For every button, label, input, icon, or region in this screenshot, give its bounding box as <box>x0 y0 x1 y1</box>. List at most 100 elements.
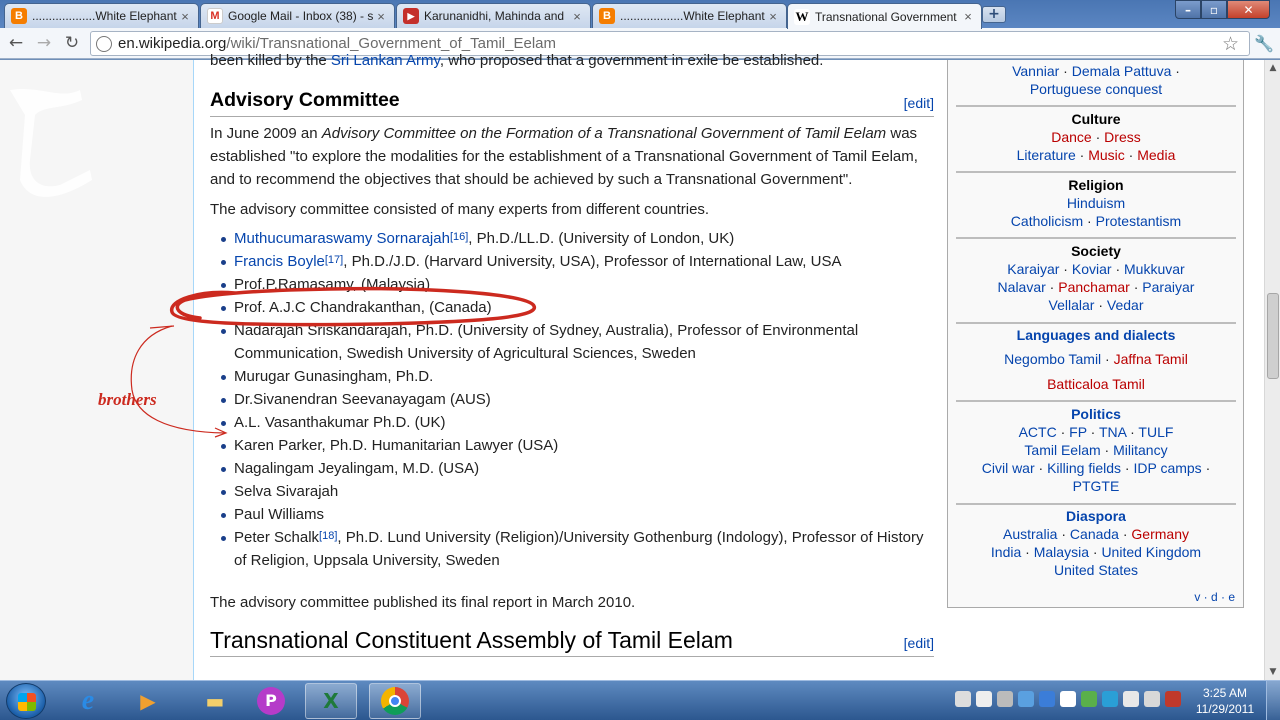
start-button[interactable] <box>6 683 46 719</box>
bookmark-star-icon[interactable]: ☆ <box>1222 33 1239 56</box>
system-clock[interactable]: 3:25 AM 11/29/2011 <box>1190 685 1260 717</box>
text: , Ph.D./J.D. (Harvard University, USA), … <box>343 253 842 270</box>
edit-link[interactable]: [edit] <box>904 632 934 655</box>
navbox-link[interactable]: FP <box>1069 424 1087 440</box>
scroll-up-icon[interactable]: ▲ <box>1265 60 1280 76</box>
scroll-down-icon[interactable]: ▼ <box>1265 664 1280 680</box>
sornarajah-link[interactable]: Muthucumaraswamy Sornarajah <box>234 230 450 247</box>
reload-icon[interactable]: ↻ <box>61 32 83 54</box>
media-player-icon[interactable]: ▶ <box>122 683 174 719</box>
network-icon[interactable] <box>1123 691 1139 707</box>
tray-app-icon[interactable] <box>1102 691 1118 707</box>
navbox-link[interactable]: Canada <box>1070 526 1119 542</box>
group-title-link[interactable]: Diaspora <box>956 507 1236 525</box>
navbox-link[interactable]: Germany <box>1131 526 1189 542</box>
ref-link[interactable]: [16] <box>450 231 468 243</box>
navbox-link[interactable]: Koviar <box>1072 261 1112 277</box>
navbox-link[interactable]: Vanniar <box>1012 63 1059 79</box>
tray-app-icon[interactable] <box>955 691 971 707</box>
file-explorer-icon[interactable]: ▬ <box>189 683 241 719</box>
navbox-link[interactable]: Killing fields <box>1047 460 1121 476</box>
navbox-link[interactable]: Civil war <box>982 460 1035 476</box>
navbox-link[interactable]: Militancy <box>1113 442 1167 458</box>
navbox-link[interactable]: United Kingdom <box>1101 544 1201 560</box>
show-desktop-button[interactable] <box>1266 681 1280 720</box>
navbox-vde-links[interactable]: v · d · e <box>1194 588 1235 606</box>
signal-icon[interactable] <box>976 691 992 707</box>
francis-boyle-link[interactable]: Francis Boyle <box>234 253 325 270</box>
navbox-link[interactable]: Tamil Eelam <box>1024 442 1100 458</box>
navbox-link[interactable]: Music <box>1088 147 1125 163</box>
minimize-button[interactable]: – <box>1175 0 1201 19</box>
ref-link[interactable]: [18] <box>319 530 337 542</box>
tray-app-icon[interactable] <box>1039 691 1055 707</box>
navbox-link[interactable]: Panchamar <box>1058 279 1130 295</box>
close-icon[interactable]: × <box>178 9 192 24</box>
edit-link[interactable]: [edit] <box>904 92 934 115</box>
tray-app-icon[interactable] <box>1165 691 1181 707</box>
navbox-link[interactable]: Mukkuvar <box>1124 261 1185 277</box>
navbox-link[interactable]: Negombo Tamil <box>1004 351 1101 367</box>
internet-explorer-icon[interactable]: e <box>62 683 114 719</box>
navbox-link[interactable]: TNA <box>1099 424 1126 440</box>
wikipedia-icon: W <box>794 8 810 25</box>
navbox-link[interactable]: Demala Pattuva <box>1072 63 1172 79</box>
navbox-link[interactable]: Portuguese conquest <box>1030 81 1162 97</box>
back-icon[interactable]: ← <box>5 32 27 54</box>
ref-link[interactable]: [17] <box>325 254 343 266</box>
navbox-link[interactable]: Paraiyar <box>1142 279 1194 295</box>
navbox-link[interactable]: Australia <box>1003 526 1057 542</box>
tray-app-icon[interactable] <box>1018 691 1034 707</box>
navbox-link[interactable]: Karaiyar <box>1007 261 1059 277</box>
navbox-link[interactable]: Protestantism <box>1096 213 1182 229</box>
tamil-navbox: Vanniar · Demala Pattuva · Portuguese co… <box>947 60 1244 608</box>
navbox-link[interactable]: Vedar <box>1107 297 1144 313</box>
navbox-link[interactable]: Media <box>1137 147 1175 163</box>
page-scrollbar[interactable]: ▲ ▼ <box>1264 60 1280 680</box>
excel-icon[interactable]: X <box>305 683 357 719</box>
group-title-link[interactable]: Languages and dialects <box>956 326 1236 344</box>
navbox-link[interactable]: Batticaloa Tamil <box>1047 376 1145 392</box>
navbox-link[interactable]: Vellalar <box>1049 297 1095 313</box>
scroll-thumb[interactable] <box>1267 293 1279 379</box>
forward-icon[interactable]: → <box>33 32 55 54</box>
navbox-link[interactable]: Literature <box>1017 147 1076 163</box>
navbox-link[interactable]: TULF <box>1138 424 1173 440</box>
tab-gmail[interactable]: M Google Mail - Inbox (38) - s × <box>200 3 395 28</box>
close-window-button[interactable]: ✕ <box>1227 0 1270 19</box>
usb-icon[interactable] <box>1060 691 1076 707</box>
maximize-button[interactable]: ▫ <box>1201 0 1227 19</box>
navbox-link[interactable]: Hinduism <box>1067 195 1125 211</box>
new-tab-button[interactable]: + <box>982 6 1006 23</box>
navbox-link[interactable]: Dance <box>1051 129 1091 145</box>
chrome-icon[interactable] <box>369 683 421 719</box>
tray-app-icon[interactable] <box>997 691 1013 707</box>
close-icon[interactable]: × <box>374 9 388 24</box>
text: In June 2009 an <box>210 125 322 142</box>
navbox-link[interactable]: ACTC <box>1019 424 1057 440</box>
tab-blogger-2[interactable]: B ...................White Elephant × <box>592 3 787 28</box>
close-icon[interactable]: × <box>766 9 780 24</box>
wrench-icon[interactable]: 🔧 <box>1254 34 1274 53</box>
tab-youtube[interactable]: ▶ Karunanidhi, Mahinda and × <box>396 3 591 28</box>
volume-icon[interactable] <box>1144 691 1160 707</box>
tab-title: ...................White Elephant <box>32 9 177 23</box>
tab-blogger-1[interactable]: B ...................White Elephant × <box>4 3 199 28</box>
navbox-link[interactable]: Jaffna Tamil <box>1114 351 1188 367</box>
picasa-icon[interactable]: P <box>245 683 297 719</box>
group-title-link[interactable]: Politics <box>956 405 1236 423</box>
navbox-link[interactable]: United States <box>1054 562 1138 578</box>
navbox-link[interactable]: Malaysia <box>1034 544 1089 560</box>
left-sidebar-bg <box>0 60 193 680</box>
navbox-link[interactable]: IDP camps <box>1133 460 1201 476</box>
navbox-link[interactable]: Nalavar <box>998 279 1046 295</box>
sri-lankan-army-link[interactable]: Sri Lankan Army <box>331 52 440 69</box>
close-icon[interactable]: × <box>961 9 975 24</box>
navbox-link[interactable]: PTGTE <box>1073 478 1120 494</box>
close-icon[interactable]: × <box>570 9 584 24</box>
navbox-link[interactable]: Dress <box>1104 129 1141 145</box>
tab-wikipedia[interactable]: W Transnational Government × <box>787 3 982 29</box>
check-icon[interactable] <box>1081 691 1097 707</box>
navbox-link[interactable]: India <box>991 544 1021 560</box>
navbox-link[interactable]: Catholicism <box>1011 213 1083 229</box>
